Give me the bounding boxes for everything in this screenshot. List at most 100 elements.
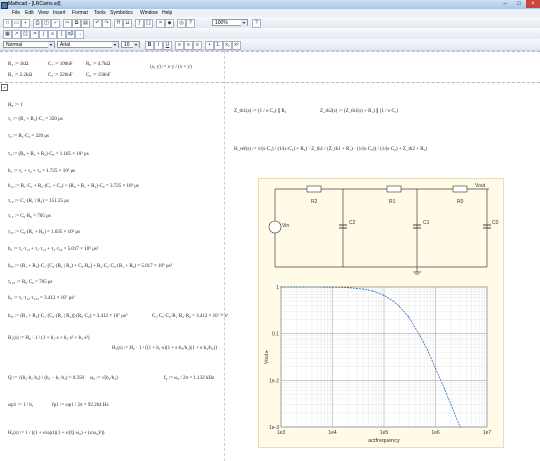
c0-label: C0: [492, 220, 499, 226]
eq-h3[interactable]: H₃(s) := 1 / ((1 + s/ωp1)(1 + s/(Q·ω₀) +…: [8, 431, 104, 437]
graph-palette-icon[interactable]: ↗: [12, 30, 21, 39]
zoom-value: 100%: [215, 20, 228, 26]
insert-component-icon[interactable]: ◆: [165, 19, 174, 28]
eq-b1[interactable]: b₁ := τ₁ + τ₂ + τ₃ = 1.725 × 10³ μs: [8, 169, 75, 175]
eq-href[interactable]: H_ref(s) := 1/(s·C₂) / (1/(s·C₂) + R₂) ·…: [234, 147, 484, 153]
save-icon[interactable]: ▪: [21, 19, 30, 28]
redo-icon[interactable]: ↷: [102, 19, 111, 28]
x-tick-label: 1e4: [328, 430, 337, 436]
eq-tau23[interactable]: τ₂₃ := C₀·(R₁ + R₀) = 1.035 × 10³ μs: [8, 230, 80, 236]
def-parallel[interactable]: (x, y) := x·y / (x + y): [150, 65, 192, 71]
programming-palette-icon[interactable]: {: [57, 30, 66, 39]
eq-tau12[interactable]: τ₁₂ := C₁·(R₁ | R₂) = 151.25 μs: [8, 199, 69, 205]
align-bottom-icon[interactable]: ⇊: [123, 19, 132, 28]
def-c0[interactable]: C₀ := 150nF: [86, 73, 111, 79]
align-right-icon[interactable]: ≡: [193, 41, 202, 50]
menu-tools[interactable]: Tools: [94, 9, 106, 17]
eq-f0[interactable]: f₀ := ω₀ / 2π = 1.132 kHz: [164, 376, 214, 382]
calculus-palette-icon[interactable]: ∫: [39, 30, 48, 39]
eq-tau123[interactable]: τ₁₂₃ := R₀·C₀ = 705 μs: [8, 280, 52, 286]
def-r2[interactable]: R₂ := 1kΩ: [8, 62, 29, 68]
superscript-icon[interactable]: x²: [232, 41, 241, 50]
align-left-icon[interactable]: ≡: [175, 41, 184, 50]
eq-b2a[interactable]: b₂ₐ := (R₁ + R₂)·C₁·[C₂·(R₁ | R₂) + C₀·R…: [8, 264, 172, 270]
align-center-icon[interactable]: ≡: [184, 41, 193, 50]
paste-icon[interactable]: ▤: [81, 19, 90, 28]
eq-b3[interactable]: b₃ := τ₁·τ₁₂·τ₁₂₃ = 3.412 × 10⁷ μs³: [8, 296, 75, 302]
eq-product[interactable]: C₁·C₂·C₀·R₁·R₂·R₀ = 3.412 × 10⁻¹¹ s³: [152, 314, 228, 320]
def-c1[interactable]: C₁ := 100nF: [48, 62, 73, 68]
bold-button[interactable]: B: [145, 41, 154, 50]
underline-button[interactable]: U: [163, 41, 172, 50]
eq-tau2[interactable]: τ₂ := R₂·C₂ = 220 μs: [8, 134, 49, 140]
new-icon[interactable]: □: [3, 19, 12, 28]
spellcheck-icon[interactable]: ✓: [51, 19, 60, 28]
align-top-icon[interactable]: ⇈: [114, 19, 123, 28]
preview-icon[interactable]: ◫: [42, 19, 51, 28]
font-select[interactable]: Arial ▾: [57, 41, 119, 48]
circuit-plot-region[interactable]: R2 R1 R0 Vin C2 C1 C0 Vout 1e3 1e4 1e5 1…: [258, 178, 504, 448]
resource-center-icon[interactable]: ◎: [177, 19, 186, 28]
italic-button[interactable]: I: [154, 41, 163, 50]
greek-palette-icon[interactable]: αβ: [66, 30, 75, 39]
insert-function-icon[interactable]: ƒ: [135, 19, 144, 28]
eq-omegap1[interactable]: ωp1 := 1 / b₁: [8, 403, 34, 409]
help-book-icon[interactable]: ?: [252, 19, 261, 28]
worksheet[interactable]: + R₂ := 1kΩ C₁ := 100nF R₀ := 4.7kΩ (x, …: [0, 51, 540, 461]
close-button[interactable]: ×: [526, 0, 540, 8]
def-r1[interactable]: R₁ := 2.2kΩ: [8, 73, 32, 79]
matrix-palette-icon[interactable]: [:]: [21, 30, 30, 39]
vin-label: Vin: [282, 223, 289, 229]
open-icon[interactable]: ▭: [12, 19, 21, 28]
style-select[interactable]: Normal ▾: [3, 41, 55, 48]
eq-b2[interactable]: b₂ := τ₁·τ₁₂ + τ₁·τ₁₃ + τ₂·τ₂₃ = 5.017 ×…: [8, 247, 98, 253]
eq-zth1[interactable]: Z_th1(s) := (1 / s·C₂) ∥ R₂: [234, 109, 286, 115]
zoom-select[interactable]: 100% ▾: [212, 19, 248, 26]
eq-zth2[interactable]: Z_th2(s) := (Z_th1(s) + R₁) ∥ (1 / s·C₁): [320, 109, 398, 115]
menu-insert[interactable]: Insert: [53, 9, 66, 17]
help-icon[interactable]: ?: [186, 19, 195, 28]
menu-window[interactable]: Window: [140, 9, 158, 17]
symbolic-palette-icon[interactable]: →: [75, 30, 84, 39]
numbering-icon[interactable]: 1.: [214, 41, 223, 50]
eq-h0[interactable]: H₀ := 1: [8, 103, 23, 109]
menu-format[interactable]: Format: [72, 9, 88, 17]
cut-icon[interactable]: ✂: [63, 19, 72, 28]
evaluation-palette-icon[interactable]: :=: [30, 30, 39, 39]
eq-h2[interactable]: H₂(s) := H₀ · 1 / ((1 + b₁·s)(1 + s·b₂/b…: [112, 346, 217, 352]
def-r0[interactable]: R₀ := 4.7kΩ: [86, 62, 110, 68]
minimize-button[interactable]: –: [498, 0, 512, 8]
bode-plot[interactable]: 1e3 1e4 1e5 1e6 1e7 10.11e-21e-3 actfrequenc…: [259, 279, 503, 447]
eq-b1a[interactable]: b₁₂ := R₁·C₁ + R₂·(C₁ + C₂) + (R₀ + R₁ +…: [8, 184, 139, 190]
maximize-button[interactable]: □: [512, 0, 526, 8]
region-divider: [0, 82, 540, 83]
def-c2[interactable]: C₂ := 220nF: [48, 73, 73, 79]
menu-file[interactable]: File: [12, 9, 20, 17]
copy-icon[interactable]: ⧉: [72, 19, 81, 28]
boolean-palette-icon[interactable]: ≤: [48, 30, 57, 39]
subscript-icon[interactable]: x₂: [223, 41, 232, 50]
eq-b3a[interactable]: b₃ₐ := (R₁ + R₂)·C₁·[C₂·(R₁ | R₂)]·(R₀·C…: [8, 314, 127, 320]
eq-tau3[interactable]: τ₃ := (R₀ + R₁ + R₂)·C₀ = 1.185 × 10³ μs: [8, 152, 89, 158]
calculate-icon[interactable]: =: [156, 19, 165, 28]
data-point: [443, 388, 446, 390]
menu-help[interactable]: Help: [162, 9, 172, 17]
eq-q[interactable]: Q := √(b₂·b₁·b₃) / (b₂ − b₁·b₃) = 0.350: [8, 376, 84, 382]
menu-symbolics[interactable]: Symbolics: [110, 9, 133, 17]
size-select[interactable]: 10 ▾: [121, 41, 140, 48]
insert-unit-icon[interactable]: [ ]: [144, 19, 153, 28]
eq-omega0[interactable]: ω₀ := √(b₁/b₃): [90, 376, 118, 382]
undo-icon[interactable]: ↶: [93, 19, 102, 28]
eq-fp1[interactable]: fp1 := ωp1 / 2π = 92.264 Hz: [52, 403, 109, 409]
eq-h1[interactable]: H₁(s) := H₀ · 1 / (1 + b₁·s + b₂·s² + b₃…: [8, 336, 90, 342]
eq-tau13[interactable]: τ₁₃ := C₀·R₀ = 705 μs: [8, 214, 51, 220]
calculator-palette-icon[interactable]: ▦: [3, 30, 12, 39]
eq-tau1[interactable]: τ₁ := (R₁ + R₂)·C₁ = 320 μs: [8, 117, 63, 123]
menu-view[interactable]: View: [38, 9, 49, 17]
window-title: Mathcad - [LRCams.xd]: [8, 1, 61, 7]
c1-label: C1: [423, 220, 430, 226]
r1-resistor: [386, 185, 402, 193]
bullets-icon[interactable]: •: [205, 41, 214, 50]
print-icon[interactable]: ⎙: [33, 19, 42, 28]
menu-edit[interactable]: Edit: [25, 9, 34, 17]
